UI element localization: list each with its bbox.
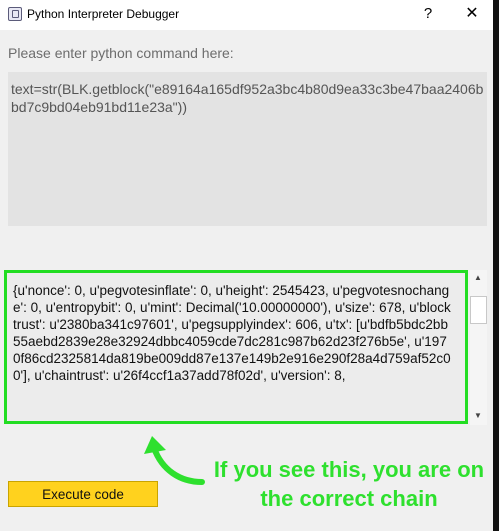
execute-code-button[interactable]: Execute code xyxy=(8,481,158,507)
scrollbar-thumb[interactable] xyxy=(470,296,487,324)
close-icon[interactable]: ✕ xyxy=(460,2,484,26)
help-icon[interactable]: ? xyxy=(416,2,440,26)
command-input[interactable]: text=str(BLK.getblock("e89164a165df952a3… xyxy=(8,72,487,226)
scroll-up-icon[interactable]: ▲ xyxy=(472,272,484,284)
window-title: Python Interpreter Debugger xyxy=(27,7,180,21)
scroll-down-icon[interactable]: ▼ xyxy=(472,410,484,422)
output-highlight-box: {u'nonce': 0, u'pegvotesinflate': 0, u'h… xyxy=(4,270,468,424)
title-bar: Python Interpreter Debugger ? ✕ xyxy=(0,0,499,30)
callout-text: If you see this, you are on the correct … xyxy=(213,457,485,511)
app-icon xyxy=(8,7,22,21)
window-edge xyxy=(493,0,499,531)
output-scrollbar[interactable] xyxy=(470,270,487,425)
command-prompt-label: Please enter python command here: xyxy=(8,45,234,61)
output-text: {u'nonce': 0, u'pegvotesinflate': 0, u'h… xyxy=(13,283,451,383)
